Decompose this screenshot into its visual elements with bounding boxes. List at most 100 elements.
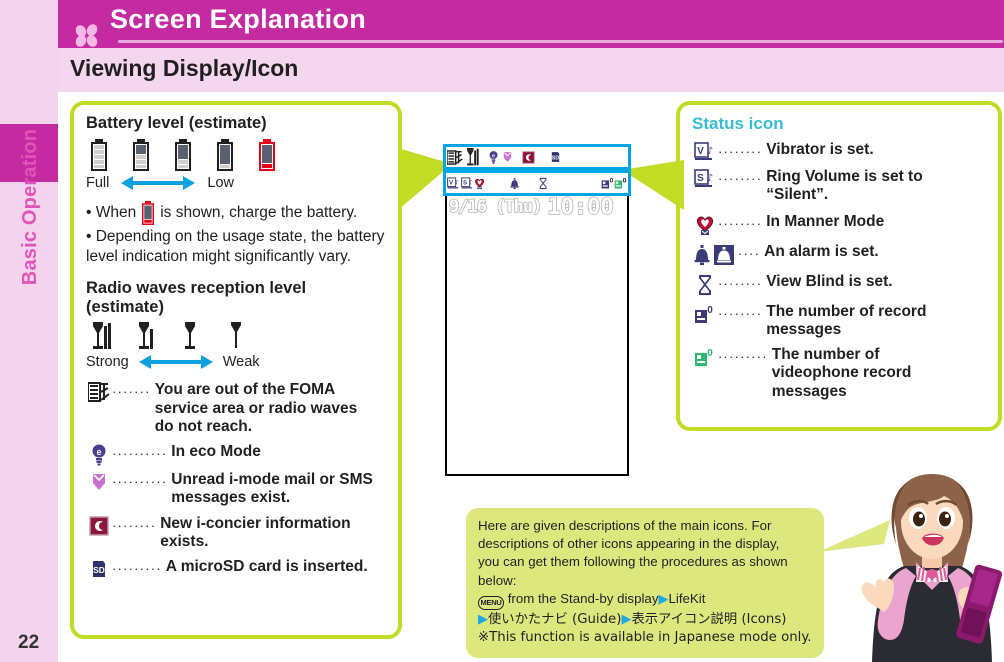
callout-step-line-2: ▶使いかたナビ (Guide)▶表示アイコン説明 (Icons): [478, 610, 812, 629]
list-item: ···· An alarm is set.: [692, 243, 998, 266]
view-blind-icon: [540, 177, 547, 189]
list-item: ········ In Manner Mode: [692, 213, 998, 236]
svg-text:V: V: [697, 146, 704, 157]
alarm-bell-icon: [694, 244, 710, 265]
out-of-service-area-icon: [447, 149, 463, 165]
list-item: ········ View Blind is set.: [692, 273, 998, 296]
eco-mode-icon: e: [489, 150, 498, 164]
unread-mail-icon: [503, 152, 512, 162]
list-dots: ·········: [718, 349, 768, 365]
phone-clock: 9/16 (Thu) 10:00: [448, 194, 627, 221]
list-item: SD ········· A microSD card is inserted.: [86, 558, 398, 579]
phone-time: 10:00: [547, 194, 615, 221]
woman-with-phone-illustration: [861, 474, 1003, 662]
svg-text:♪: ♪: [469, 179, 473, 186]
list-dots: ········: [718, 305, 763, 321]
battery-range-arrow: [121, 176, 196, 190]
list-dots: ··········: [112, 446, 168, 462]
manner-mode-icon: [475, 178, 485, 189]
callout-step-text-2: LifeKit: [668, 590, 706, 606]
svg-text:0: 0: [623, 177, 627, 184]
status-icon-panel: Status icon V ♪ ········ Vibrator is set.…: [676, 101, 1002, 431]
battery-empty-icon: [259, 139, 275, 171]
antenna-3bar-icon: [93, 322, 111, 350]
svg-text:0: 0: [707, 348, 713, 359]
out-of-service-area-icon: [86, 381, 112, 403]
page-number: 22: [18, 632, 40, 653]
antenna-0bar-icon: [231, 322, 241, 349]
list-dots: ··········: [112, 474, 168, 490]
unread-mail-icon: [86, 471, 112, 492]
triangle-icon: ▶: [621, 610, 632, 626]
battery-scale-left: Full: [86, 175, 110, 191]
radio-scale-left: Strong: [86, 354, 129, 371]
callout-line-4: below:: [478, 572, 517, 588]
svg-text:S: S: [697, 173, 704, 184]
pointer-right: [622, 160, 684, 210]
antenna-1bar-icon: [185, 322, 195, 350]
svg-text:SD: SD: [552, 155, 559, 161]
videophone-record-icon: 0: [692, 346, 718, 369]
svg-text:SD: SD: [93, 565, 105, 575]
callout-step-line-1: MENU from the Stand-by display▶LifeKit: [478, 590, 812, 610]
phone-status-row-2: V ♪ S ♪ 0 0: [443, 170, 631, 196]
radio-range-arrow: [138, 355, 213, 370]
list-item: 0 ········· The number of videophone rec…: [692, 346, 998, 401]
left-info-panel: Battery level (estimate) Full Low • When…: [70, 101, 402, 639]
list-item: V ♪ ········ Vibrator is set.: [692, 141, 998, 162]
list-dots: ········: [718, 215, 763, 231]
list-text: The number of videophone record messages: [771, 346, 912, 400]
i-concier-icon: [522, 150, 535, 164]
list-dots: ·········: [112, 561, 162, 577]
subheader-title: Viewing Display/Icon: [70, 55, 299, 81]
list-dots: ········: [718, 144, 763, 159]
header-rule: [118, 40, 1003, 43]
svg-text:0: 0: [707, 305, 713, 316]
radio-scale-right: Weak: [222, 354, 260, 371]
list-text: The number of record messages: [766, 302, 927, 338]
list-item: e ·········· In eco Mode: [86, 443, 398, 466]
manner-mode-icon: [692, 213, 718, 236]
list-text: Ring Volume is set to “Silent”.: [766, 168, 923, 204]
battery-bullet-2: • Depending on the usage state, the batt…: [86, 228, 385, 266]
battery-high-icon: [133, 139, 149, 171]
clover-icon: [75, 24, 98, 47]
record-message-icon: 0: [601, 177, 613, 188]
list-dots: ·······: [112, 384, 151, 400]
list-text: View Blind is set.: [766, 272, 893, 290]
callout-step-text-1: from the Stand-by display: [507, 590, 659, 606]
triangle-icon: ▶: [658, 590, 669, 606]
callout-line-2: descriptions of other icons appearing in…: [478, 536, 780, 552]
svg-text:e: e: [492, 153, 495, 159]
list-dots: ········: [112, 517, 157, 533]
svg-text:S: S: [463, 179, 467, 186]
microsd-icon: SD: [86, 558, 112, 579]
svg-text:e: e: [96, 447, 101, 457]
page-title: Screen Explanation: [110, 4, 366, 34]
header-spacer: [58, 92, 1004, 100]
radio-level-icons: [86, 322, 398, 350]
list-text: New i-concier information exists.: [160, 514, 351, 550]
svg-text:0: 0: [609, 177, 613, 184]
triangle-icon: ▶: [478, 610, 488, 626]
callout-line-1: Here are given descriptions of the main …: [478, 518, 772, 533]
phone-date: 9/16 (Thu): [448, 196, 543, 218]
list-text: Unread i-mode mail or SMS messages exist…: [171, 471, 373, 507]
view-blind-icon: [692, 273, 718, 296]
list-text: In Manner Mode: [766, 212, 885, 230]
radio-heading-line2: (estimate): [86, 298, 164, 317]
microsd-icon: SD: [551, 152, 559, 162]
list-item: ·········· Unread i-mode mail or SMS mes…: [86, 471, 398, 508]
battery-scale-right: Low: [207, 175, 234, 191]
sidebar-section-label: Basic Operation: [19, 128, 41, 286]
vibrator-icon: V ♪: [692, 141, 718, 162]
list-text: A microSD card is inserted.: [165, 558, 368, 576]
eco-mode-icon: e: [86, 443, 112, 466]
sidebar: [0, 0, 58, 662]
record-message-icon: 0: [692, 303, 718, 326]
antenna-3bar-icon: [467, 148, 479, 166]
menu-key-icon[interactable]: MENU: [478, 595, 504, 610]
vibrator-icon: V ♪: [447, 176, 459, 188]
phone-status-row-1: e SD: [443, 144, 631, 170]
list-dots: ········: [718, 275, 763, 291]
